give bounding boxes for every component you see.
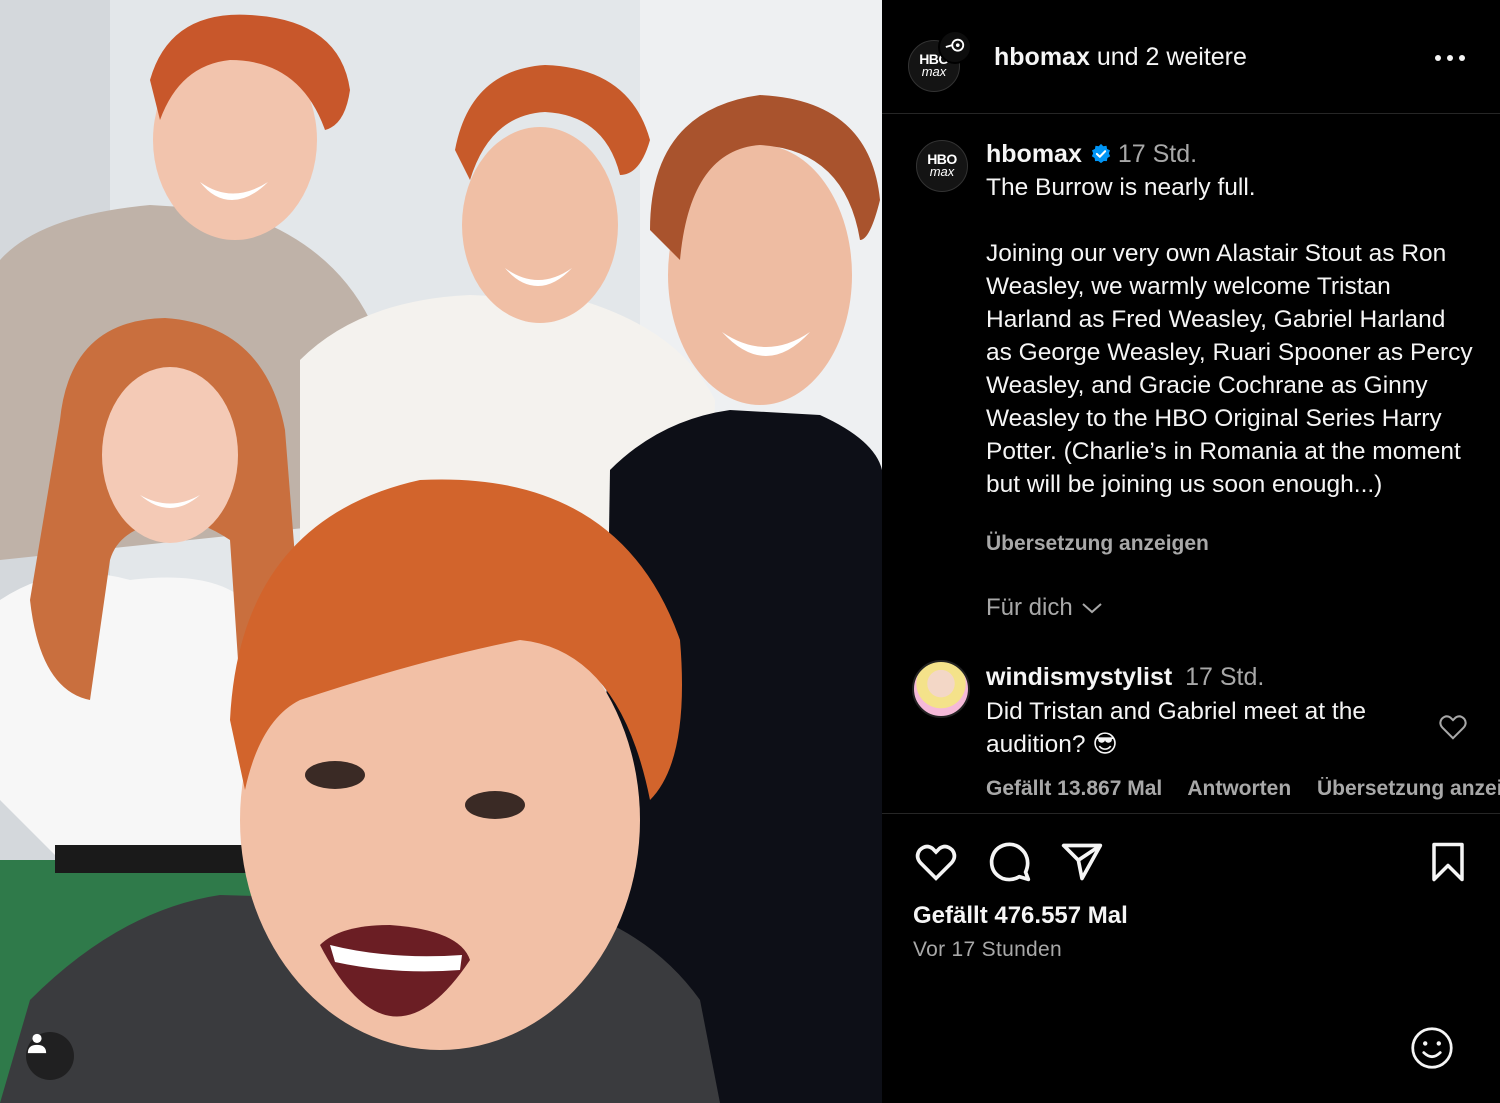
post-likes-count[interactable]: Gefällt 476.557 Mal — [913, 902, 1128, 930]
photo-illustration — [0, 0, 882, 1103]
for-you-dropdown[interactable]: Für dich — [986, 594, 1103, 622]
comment-username[interactable]: windismystylist — [986, 663, 1172, 691]
post-header: HBO max hbomax und 2 weitere — [882, 0, 1500, 114]
comment-bubble-icon — [989, 842, 1031, 882]
tagged-users-button[interactable] — [26, 1032, 74, 1080]
heart-icon — [915, 844, 957, 881]
post-sidebar: HBO max hbomax und 2 weitere HBO max hbo… — [882, 0, 1500, 1103]
comment-button[interactable] — [986, 838, 1034, 886]
comment-text: Did Tristan and Gabriel meet at the audi… — [986, 698, 1366, 758]
emoji-button[interactable] — [1410, 1026, 1456, 1072]
share-button[interactable] — [1058, 838, 1106, 886]
collab-avatar[interactable] — [938, 30, 972, 64]
post-actions — [882, 838, 1500, 888]
post-owner-title[interactable]: hbomax und 2 weitere — [994, 43, 1247, 72]
divider — [882, 813, 1500, 814]
commenter-avatar[interactable] — [912, 660, 970, 718]
caption-avatar[interactable]: HBO max — [916, 140, 968, 192]
user-icon — [27, 1033, 47, 1054]
save-button[interactable] — [1424, 838, 1472, 886]
comment-translation-link[interactable]: Übersetzung anzeigen — [1317, 777, 1500, 800]
bookmark-icon — [1432, 842, 1464, 882]
verified-badge-icon — [1091, 143, 1111, 164]
emoji-smile-icon — [1411, 1027, 1453, 1069]
chevron-down-icon — [1082, 603, 1102, 614]
post-timestamp[interactable]: Vor 17 Stunden — [913, 938, 1062, 962]
caption-text: The Burrow is nearly full. Joining our v… — [986, 174, 1473, 498]
comment-header: windismystylist 17 Std. — [986, 663, 1264, 692]
send-icon — [1061, 843, 1103, 881]
caption-header: hbomax 17 Std. — [986, 140, 1197, 169]
like-button[interactable] — [912, 838, 960, 886]
comment-likes[interactable]: Gefällt 13.867 Mal — [986, 777, 1162, 800]
for-you-label: Für dich — [986, 594, 1073, 621]
caption-username[interactable]: hbomax — [986, 140, 1082, 168]
comment-time[interactable]: 17 Std. — [1185, 663, 1264, 691]
comment-item: windismystylist 17 Std. Did Tristan and … — [882, 655, 1500, 815]
collab-icon — [945, 38, 965, 52]
comment-like-button[interactable] — [1438, 713, 1470, 745]
heart-icon — [1439, 715, 1467, 740]
post-photo[interactable] — [0, 0, 882, 1103]
header-username[interactable]: hbomax — [994, 43, 1090, 71]
more-options-button[interactable] — [1430, 42, 1470, 74]
comment-actions: Gefällt 13.867 Mal Antworten Übersetzung… — [986, 777, 1500, 801]
comment-reply-button[interactable]: Antworten — [1187, 777, 1291, 800]
caption-time[interactable]: 17 Std. — [1118, 140, 1197, 168]
see-translation-link[interactable]: Übersetzung anzeigen — [986, 532, 1209, 556]
header-collab-suffix[interactable]: und 2 weitere — [1097, 43, 1247, 71]
more-horizontal-icon — [1435, 55, 1465, 61]
